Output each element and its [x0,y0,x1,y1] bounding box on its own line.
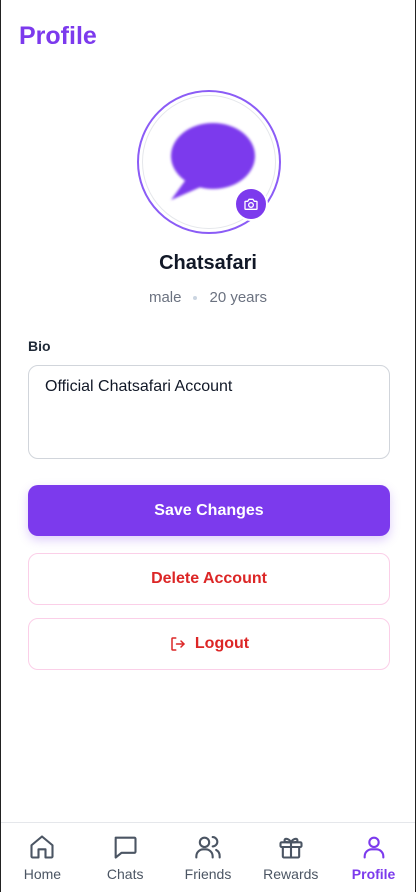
profile-age: 20 years [209,289,268,306]
logout-button[interactable]: Logout [28,618,390,670]
logout-label: Logout [194,635,250,652]
profile-gender: male [148,289,182,306]
change-photo-button[interactable] [234,187,268,221]
camera-icon [244,198,258,210]
bio-input[interactable]: Official Chatsafari Account [28,365,390,459]
nav-item-rewards[interactable]: Rewards [251,833,331,882]
user-icon [363,836,384,859]
separator-dot [193,295,198,300]
page-title: Profile [19,22,97,50]
gift-icon [279,837,303,859]
bottom-nav: Home Chats Friends Rewards Profile [1,822,415,892]
nav-label-profile: Profile [351,866,396,882]
avatar[interactable] [137,90,281,234]
profile-username: Chatsafari [159,252,257,274]
nav-label-home: Home [23,866,62,882]
save-changes-button[interactable]: Save Changes [28,485,390,536]
home-icon [30,835,54,859]
bio-label: Bio [28,338,51,354]
nav-label-rewards: Rewards [263,866,319,882]
save-changes-label: Save Changes [154,501,264,519]
chat-icon [114,836,137,859]
nav-item-home[interactable]: Home [2,833,82,882]
nav-item-chats[interactable]: Chats [85,833,165,882]
users-icon [195,836,221,859]
profile-meta: male 20 years [1,289,415,306]
nav-item-profile[interactable]: Profile [334,833,414,882]
nav-item-friends[interactable]: Friends [168,833,248,882]
delete-account-label: Delete Account [151,570,267,587]
nav-label-friends: Friends [184,866,232,882]
delete-account-button[interactable]: Delete Account [28,553,390,605]
logout-icon [171,637,185,651]
nav-label-chats: Chats [106,866,144,882]
